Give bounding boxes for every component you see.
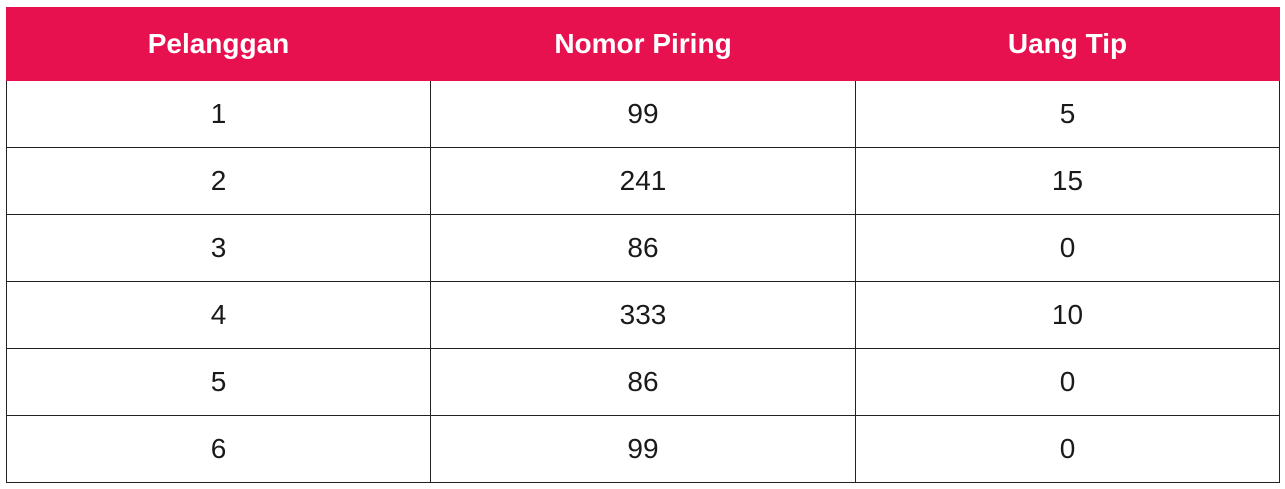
column-header-uang-tip: Uang Tip <box>855 7 1280 81</box>
cell-pelanggan: 3 <box>6 214 431 282</box>
cell-pelanggan: 4 <box>6 281 431 349</box>
table-header-row: Pelanggan Nomor Piring Uang Tip <box>6 7 1280 81</box>
table-row: 5 86 0 <box>6 348 1280 416</box>
cell-nomor-piring: 86 <box>430 348 856 416</box>
cell-pelanggan: 1 <box>6 80 431 148</box>
data-table-container: Pelanggan Nomor Piring Uang Tip 1 99 5 2… <box>6 7 1280 483</box>
cell-nomor-piring: 333 <box>430 281 856 349</box>
cell-nomor-piring: 86 <box>430 214 856 282</box>
cell-nomor-piring: 99 <box>430 415 856 483</box>
column-header-nomor-piring: Nomor Piring <box>430 7 856 81</box>
cell-pelanggan: 6 <box>6 415 431 483</box>
cell-nomor-piring: 99 <box>430 80 856 148</box>
column-header-pelanggan: Pelanggan <box>6 7 431 81</box>
cell-pelanggan: 5 <box>6 348 431 416</box>
table-row: 6 99 0 <box>6 415 1280 483</box>
table-row: 1 99 5 <box>6 80 1280 148</box>
table-row: 2 241 15 <box>6 147 1280 215</box>
cell-uang-tip: 10 <box>855 281 1280 349</box>
table-row: 3 86 0 <box>6 214 1280 282</box>
cell-uang-tip: 0 <box>855 214 1280 282</box>
cell-uang-tip: 15 <box>855 147 1280 215</box>
cell-pelanggan: 2 <box>6 147 431 215</box>
table-row: 4 333 10 <box>6 281 1280 349</box>
cell-nomor-piring: 241 <box>430 147 856 215</box>
cell-uang-tip: 0 <box>855 348 1280 416</box>
data-table: Pelanggan Nomor Piring Uang Tip 1 99 5 2… <box>6 7 1280 483</box>
cell-uang-tip: 0 <box>855 415 1280 483</box>
cell-uang-tip: 5 <box>855 80 1280 148</box>
